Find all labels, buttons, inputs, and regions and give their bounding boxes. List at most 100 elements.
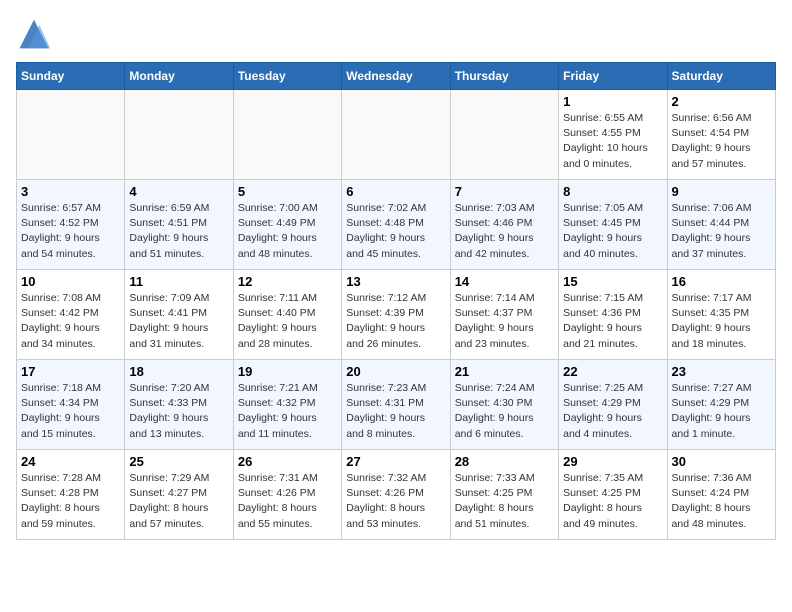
calendar-cell: 12Sunrise: 7:11 AM Sunset: 4:40 PM Dayli… xyxy=(233,270,341,360)
day-number: 25 xyxy=(129,454,228,469)
day-info: Sunrise: 7:33 AM Sunset: 4:25 PM Dayligh… xyxy=(455,471,554,532)
calendar-cell: 19 Sunrise: 7:21 AM Sunset: 4:32 PM Dayli… xyxy=(233,360,341,450)
day-number: 21 xyxy=(455,364,554,379)
calendar-cell: 8 Sunrise: 7:05 AM Sunset: 4:45 PM Daylig… xyxy=(559,180,667,270)
calendar-cell: 26Sunrise: 7:31 AM Sunset: 4:26 PM Dayli… xyxy=(233,450,341,540)
day-number: 8 xyxy=(563,184,662,199)
calendar-cell: 22Sunrise: 7:25 AM Sunset: 4:29 PM Dayli… xyxy=(559,360,667,450)
calendar-cell: 20Sunrise: 7:23 AM Sunset: 4:31 PM Dayli… xyxy=(342,360,450,450)
day-info: Sunrise: 7:09 AM Sunset: 4:41 PM Dayligh… xyxy=(129,291,228,352)
day-info: Sunrise: 7:14 AM Sunset: 4:37 PM Dayligh… xyxy=(455,291,554,352)
day-info: Sunrise: 7:25 AM Sunset: 4:29 PM Dayligh… xyxy=(563,381,662,442)
calendar-cell: 28 Sunrise: 7:33 AM Sunset: 4:25 PM Dayli… xyxy=(450,450,558,540)
calendar-week-0: 1 Sunrise: 6:55 AM Sunset: 4:55 PM Daylig… xyxy=(17,90,776,180)
day-info: Sunrise: 7:08 AM Sunset: 4:42 PM Dayligh… xyxy=(21,291,120,352)
day-info: Sunrise: 7:12 AM Sunset: 4:39 PM Dayligh… xyxy=(346,291,445,352)
day-number: 27 xyxy=(346,454,445,469)
day-number: 13 xyxy=(346,274,445,289)
day-info: Sunrise: 7:03 AM Sunset: 4:46 PM Dayligh… xyxy=(455,201,554,262)
day-number: 7 xyxy=(455,184,554,199)
calendar-cell: 11 Sunrise: 7:09 AM Sunset: 4:41 PM Dayli… xyxy=(125,270,233,360)
day-number: 1 xyxy=(563,94,662,109)
day-number: 24 xyxy=(21,454,120,469)
day-info: Sunrise: 7:15 AM Sunset: 4:36 PM Dayligh… xyxy=(563,291,662,352)
day-number: 18 xyxy=(129,364,228,379)
calendar-cell: 17 Sunrise: 7:18 AM Sunset: 4:34 PM Dayli… xyxy=(17,360,125,450)
day-info: Sunrise: 7:00 AM Sunset: 4:49 PM Dayligh… xyxy=(238,201,337,262)
calendar-week-4: 24 Sunrise: 7:28 AM Sunset: 4:28 PM Dayli… xyxy=(17,450,776,540)
calendar-cell: 15 Sunrise: 7:15 AM Sunset: 4:36 PM Dayli… xyxy=(559,270,667,360)
weekday-header-tuesday: Tuesday xyxy=(233,63,341,90)
calendar-header-row: SundayMondayTuesdayWednesdayThursdayFrid… xyxy=(17,63,776,90)
day-info: Sunrise: 6:55 AM Sunset: 4:55 PM Dayligh… xyxy=(563,111,662,172)
calendar-cell: 25 Sunrise: 7:29 AM Sunset: 4:27 PM Dayli… xyxy=(125,450,233,540)
day-number: 28 xyxy=(455,454,554,469)
day-info: Sunrise: 7:21 AM Sunset: 4:32 PM Dayligh… xyxy=(238,381,337,442)
calendar-cell xyxy=(125,90,233,180)
calendar-body: 1 Sunrise: 6:55 AM Sunset: 4:55 PM Daylig… xyxy=(17,90,776,540)
day-number: 6 xyxy=(346,184,445,199)
calendar-table: SundayMondayTuesdayWednesdayThursdayFrid… xyxy=(16,62,776,540)
day-info: Sunrise: 7:11 AM Sunset: 4:40 PM Dayligh… xyxy=(238,291,337,352)
calendar-cell: 2 Sunrise: 6:56 AM Sunset: 4:54 PM Daylig… xyxy=(667,90,775,180)
weekday-header-friday: Friday xyxy=(559,63,667,90)
calendar-cell xyxy=(233,90,341,180)
day-info: Sunrise: 7:06 AM Sunset: 4:44 PM Dayligh… xyxy=(672,201,771,262)
day-info: Sunrise: 7:36 AM Sunset: 4:24 PM Dayligh… xyxy=(672,471,771,532)
day-info: Sunrise: 6:59 AM Sunset: 4:51 PM Dayligh… xyxy=(129,201,228,262)
calendar-cell: 1 Sunrise: 6:55 AM Sunset: 4:55 PM Daylig… xyxy=(559,90,667,180)
weekday-header-monday: Monday xyxy=(125,63,233,90)
day-number: 2 xyxy=(672,94,771,109)
calendar-cell xyxy=(17,90,125,180)
day-number: 14 xyxy=(455,274,554,289)
calendar-cell: 3 Sunrise: 6:57 AM Sunset: 4:52 PM Daylig… xyxy=(17,180,125,270)
calendar-cell: 24 Sunrise: 7:28 AM Sunset: 4:28 PM Dayli… xyxy=(17,450,125,540)
day-info: Sunrise: 7:32 AM Sunset: 4:26 PM Dayligh… xyxy=(346,471,445,532)
calendar-cell: 16 Sunrise: 7:17 AM Sunset: 4:35 PM Dayli… xyxy=(667,270,775,360)
weekday-header-wednesday: Wednesday xyxy=(342,63,450,90)
day-number: 11 xyxy=(129,274,228,289)
day-info: Sunrise: 6:56 AM Sunset: 4:54 PM Dayligh… xyxy=(672,111,771,172)
calendar-cell: 30 Sunrise: 7:36 AM Sunset: 4:24 PM Dayli… xyxy=(667,450,775,540)
calendar-cell: 21Sunrise: 7:24 AM Sunset: 4:30 PM Dayli… xyxy=(450,360,558,450)
day-number: 19 xyxy=(238,364,337,379)
day-info: Sunrise: 6:57 AM Sunset: 4:52 PM Dayligh… xyxy=(21,201,120,262)
calendar-week-3: 17 Sunrise: 7:18 AM Sunset: 4:34 PM Dayli… xyxy=(17,360,776,450)
logo-icon xyxy=(16,16,52,52)
day-number: 16 xyxy=(672,274,771,289)
day-number: 26 xyxy=(238,454,337,469)
logo xyxy=(16,16,56,52)
day-number: 10 xyxy=(21,274,120,289)
calendar-cell: 18Sunrise: 7:20 AM Sunset: 4:33 PM Dayli… xyxy=(125,360,233,450)
day-info: Sunrise: 7:35 AM Sunset: 4:25 PM Dayligh… xyxy=(563,471,662,532)
weekday-header-sunday: Sunday xyxy=(17,63,125,90)
day-info: Sunrise: 7:05 AM Sunset: 4:45 PM Dayligh… xyxy=(563,201,662,262)
day-number: 3 xyxy=(21,184,120,199)
day-number: 29 xyxy=(563,454,662,469)
calendar-cell xyxy=(450,90,558,180)
calendar-week-1: 3 Sunrise: 6:57 AM Sunset: 4:52 PM Daylig… xyxy=(17,180,776,270)
day-info: Sunrise: 7:17 AM Sunset: 4:35 PM Dayligh… xyxy=(672,291,771,352)
day-number: 17 xyxy=(21,364,120,379)
calendar-cell: 14 Sunrise: 7:14 AM Sunset: 4:37 PM Dayli… xyxy=(450,270,558,360)
day-info: Sunrise: 7:28 AM Sunset: 4:28 PM Dayligh… xyxy=(21,471,120,532)
calendar-cell: 6Sunrise: 7:02 AM Sunset: 4:48 PM Daylig… xyxy=(342,180,450,270)
day-number: 9 xyxy=(672,184,771,199)
weekday-header-thursday: Thursday xyxy=(450,63,558,90)
weekday-header-saturday: Saturday xyxy=(667,63,775,90)
day-info: Sunrise: 7:18 AM Sunset: 4:34 PM Dayligh… xyxy=(21,381,120,442)
calendar-week-2: 10 Sunrise: 7:08 AM Sunset: 4:42 PM Dayli… xyxy=(17,270,776,360)
day-number: 5 xyxy=(238,184,337,199)
day-info: Sunrise: 7:29 AM Sunset: 4:27 PM Dayligh… xyxy=(129,471,228,532)
calendar-cell xyxy=(342,90,450,180)
day-number: 23 xyxy=(672,364,771,379)
calendar-cell: 9 Sunrise: 7:06 AM Sunset: 4:44 PM Daylig… xyxy=(667,180,775,270)
page-header xyxy=(16,16,776,52)
calendar-cell: 10 Sunrise: 7:08 AM Sunset: 4:42 PM Dayli… xyxy=(17,270,125,360)
day-info: Sunrise: 7:27 AM Sunset: 4:29 PM Dayligh… xyxy=(672,381,771,442)
day-number: 30 xyxy=(672,454,771,469)
calendar-cell: 5 Sunrise: 7:00 AM Sunset: 4:49 PM Daylig… xyxy=(233,180,341,270)
day-info: Sunrise: 7:23 AM Sunset: 4:31 PM Dayligh… xyxy=(346,381,445,442)
day-number: 15 xyxy=(563,274,662,289)
day-number: 4 xyxy=(129,184,228,199)
